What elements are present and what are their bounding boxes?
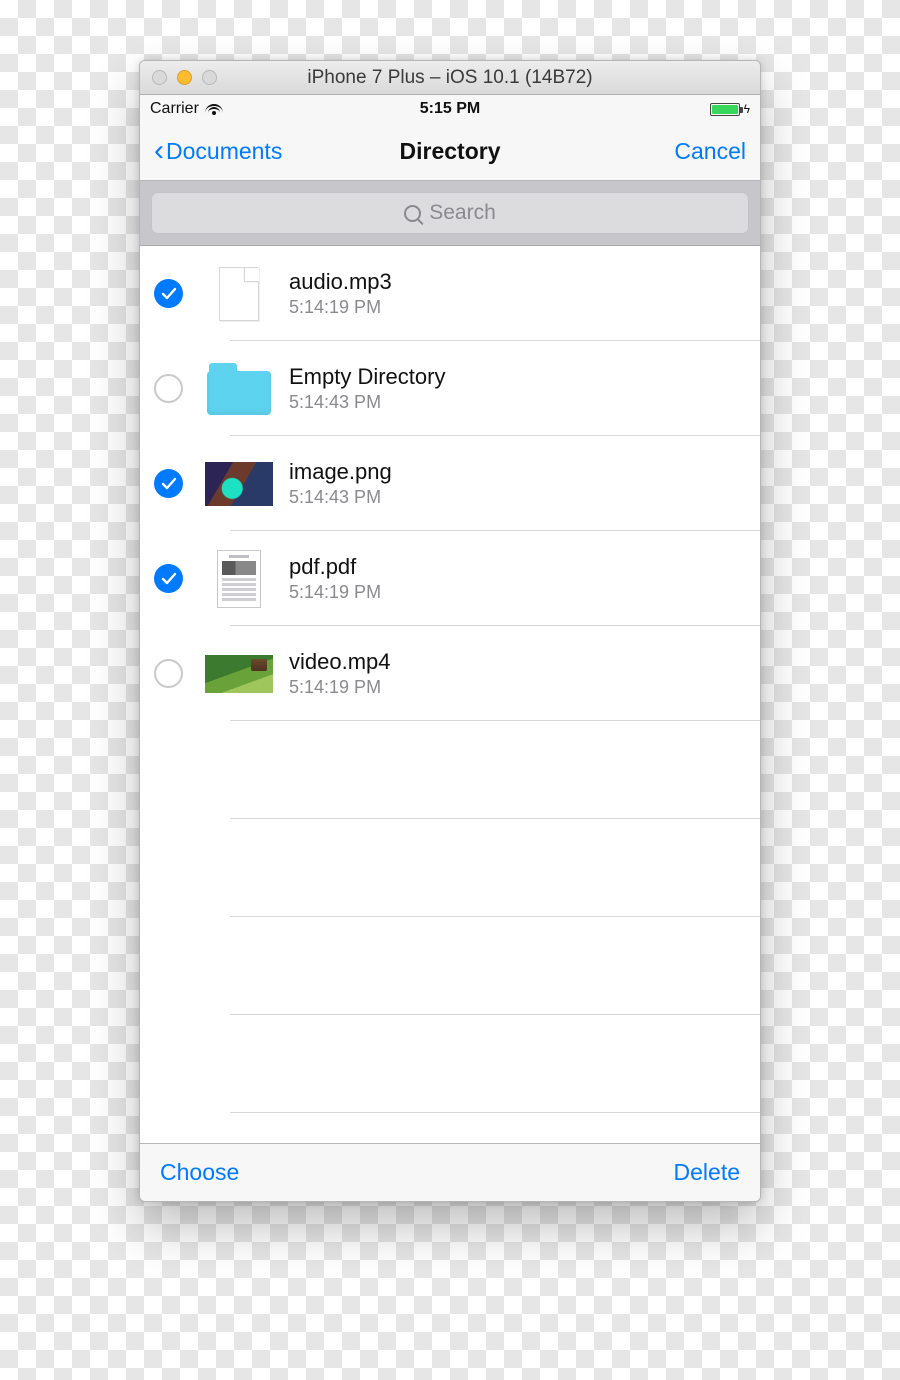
file-list[interactable]: audio.mp3 5:14:19 PM Empty Directory 5:1… <box>140 246 760 1143</box>
status-time: 5:15 PM <box>420 100 480 118</box>
simulator-title: iPhone 7 Plus – iOS 10.1 (14B72) <box>140 67 760 89</box>
back-button[interactable]: ‹ Documents <box>154 138 282 166</box>
file-name: video.mp4 <box>289 649 391 675</box>
ios-status-bar: Carrier 5:15 PM ϟ <box>140 95 760 123</box>
carrier-label: Carrier <box>150 100 199 118</box>
file-time: 5:14:19 PM <box>289 677 391 698</box>
choose-button[interactable]: Choose <box>160 1159 239 1186</box>
list-item-empty <box>140 1015 760 1113</box>
chevron-left-icon: ‹ <box>154 136 164 166</box>
file-name: image.png <box>289 459 392 485</box>
selection-checkmark-icon[interactable] <box>154 564 183 593</box>
folder-icon <box>205 355 273 423</box>
list-item[interactable]: video.mp4 5:14:19 PM <box>140 626 760 721</box>
file-time: 5:14:43 PM <box>289 487 392 508</box>
file-name: pdf.pdf <box>289 554 381 580</box>
search-bar-container: Search <box>140 181 760 246</box>
delete-button[interactable]: Delete <box>674 1159 740 1186</box>
video-thumb-icon <box>205 640 273 708</box>
list-item-empty <box>140 819 760 917</box>
selection-checkmark-icon[interactable] <box>154 279 183 308</box>
bottom-toolbar: Choose Delete <box>140 1143 760 1201</box>
file-name: Empty Directory <box>289 364 445 390</box>
selection-checkmark-icon[interactable] <box>154 469 183 498</box>
simulator-window: iPhone 7 Plus – iOS 10.1 (14B72) Carrier… <box>139 60 761 1202</box>
back-label: Documents <box>166 138 282 165</box>
list-item-empty <box>140 721 760 819</box>
file-name: audio.mp3 <box>289 269 392 295</box>
file-icon <box>205 260 273 328</box>
nav-title: Directory <box>400 138 501 165</box>
image-thumb-icon <box>205 450 273 518</box>
wifi-icon <box>205 103 223 116</box>
battery-icon <box>710 103 740 116</box>
list-item[interactable]: image.png 5:14:43 PM <box>140 436 760 531</box>
file-time: 5:14:19 PM <box>289 297 392 318</box>
selection-circle-icon[interactable] <box>154 659 183 688</box>
charging-icon: ϟ <box>744 102 750 116</box>
file-time: 5:14:19 PM <box>289 582 381 603</box>
pdf-thumb-icon <box>205 545 273 613</box>
list-item-empty <box>140 917 760 1015</box>
list-item[interactable]: audio.mp3 5:14:19 PM <box>140 246 760 341</box>
search-placeholder: Search <box>429 201 496 225</box>
search-input[interactable]: Search <box>151 192 749 234</box>
file-time: 5:14:43 PM <box>289 392 445 413</box>
list-item[interactable]: Empty Directory 5:14:43 PM <box>140 341 760 436</box>
selection-circle-icon[interactable] <box>154 374 183 403</box>
list-item[interactable]: pdf.pdf 5:14:19 PM <box>140 531 760 626</box>
cancel-button[interactable]: Cancel <box>674 138 746 165</box>
mac-titlebar: iPhone 7 Plus – iOS 10.1 (14B72) <box>140 61 760 95</box>
nav-bar: ‹ Documents Directory Cancel <box>140 123 760 181</box>
search-icon <box>404 205 421 222</box>
